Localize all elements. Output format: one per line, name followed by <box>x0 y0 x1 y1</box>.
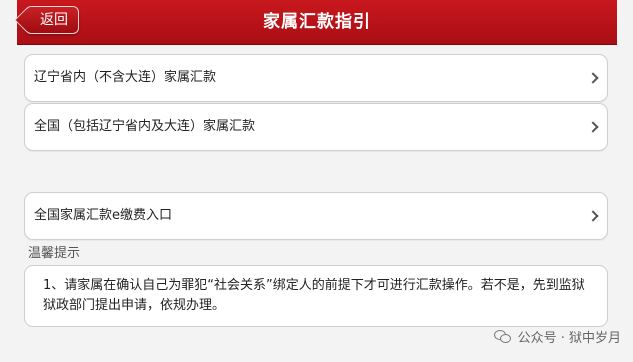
chevron-right-icon <box>587 72 599 84</box>
menu-item-national-remittance[interactable]: 全国（包括辽宁省内及大连）家属汇款 <box>24 103 608 151</box>
tips-heading: 温馨提示 <box>28 246 81 261</box>
chevron-right-icon <box>587 121 599 133</box>
header-bar: 返回 家属汇款指引 <box>17 0 617 45</box>
menu-item-label: 全国家属汇款e缴费入口 <box>34 208 172 223</box>
tips-text: 1、请家属在确认自己为罪犯“社会关系”绑定人的前提下才可进行汇款操作。若不是，先… <box>43 278 585 313</box>
menu-item-label: 辽宁省内（不含大连）家属汇款 <box>34 70 217 85</box>
menu-item-e-payment[interactable]: 全国家属汇款e缴费入口 <box>24 192 608 240</box>
tips-box: 1、请家属在确认自己为罪犯“社会关系”绑定人的前提下才可进行汇款操作。若不是，先… <box>24 265 608 327</box>
watermark-text: 公众号 · 狱中岁月 <box>517 331 621 346</box>
chevron-right-icon <box>587 210 599 222</box>
wechat-icon <box>493 329 512 344</box>
menu-item-liaoning-remittance[interactable]: 辽宁省内（不含大连）家属汇款 <box>24 54 608 102</box>
page-title: 家属汇款指引 <box>263 12 371 32</box>
menu-item-label: 全国（包括辽宁省内及大连）家属汇款 <box>34 119 256 134</box>
watermark: 公众号 · 狱中岁月 <box>493 327 621 346</box>
